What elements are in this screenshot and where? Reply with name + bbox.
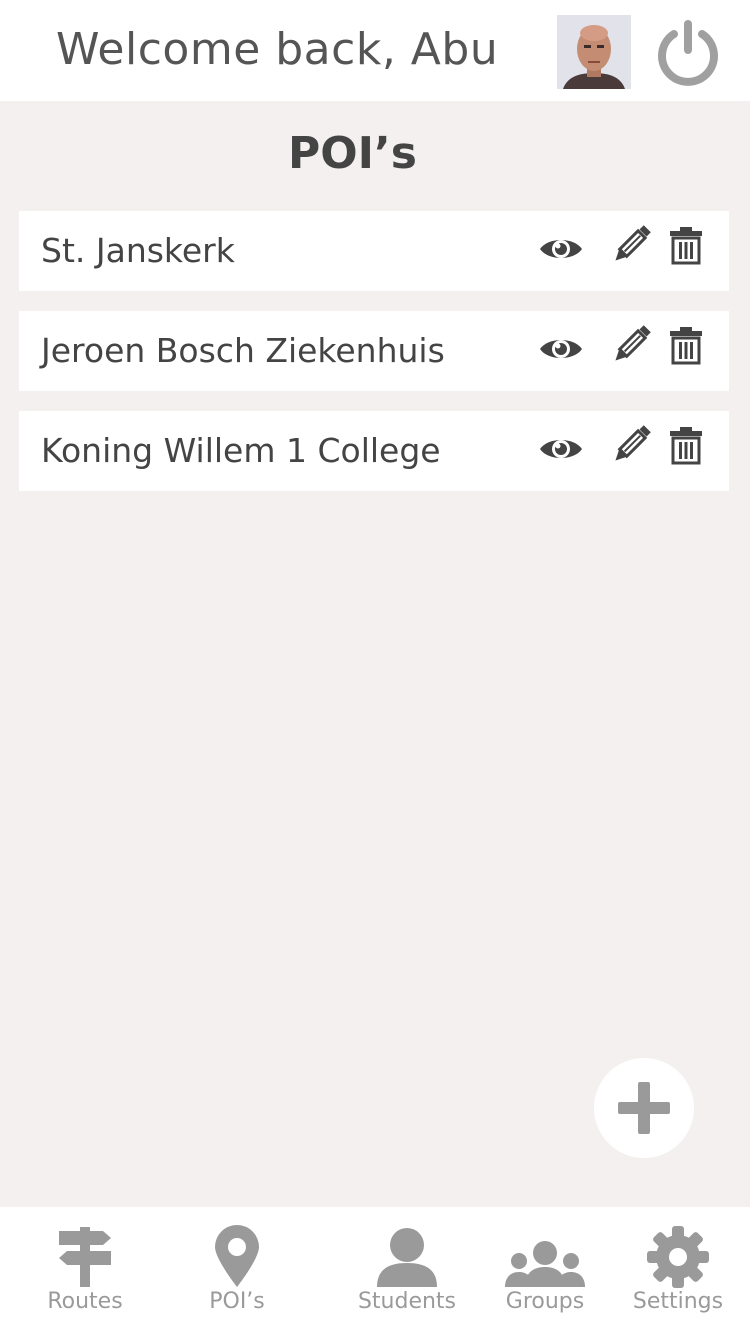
add-poi-button[interactable] [594,1058,694,1158]
poi-list: St. Janskerk Jeroen Bosch Ziekenhuis Kon… [19,211,729,511]
tab-pois[interactable]: POI’s [182,1207,292,1334]
app-header: Welcome back, Abu [0,0,750,101]
users-icon [505,1241,585,1287]
delete-poi-button[interactable] [668,325,704,369]
pencil-icon [615,225,651,261]
tab-label: POI’s [209,1289,265,1314]
welcome-message: Welcome back, Abu [56,24,499,75]
bottom-tab-bar: Routes POI’s Students Groups Settings [0,1207,750,1334]
view-poi-button[interactable] [539,425,583,469]
map-pin-icon [215,1225,259,1287]
tab-label: Settings [632,1289,724,1314]
signpost-icon [59,1227,111,1287]
page-title: POI’s [288,128,417,179]
poi-name: Jeroen Bosch Ziekenhuis [41,331,445,370]
list-item: St. Janskerk [19,211,729,291]
tab-label: Routes [47,1289,123,1314]
edit-poi-button[interactable] [611,325,651,369]
pencil-icon [615,325,651,361]
tab-routes[interactable]: Routes [30,1207,140,1334]
tab-students[interactable]: Students [347,1207,467,1334]
trash-icon [670,327,702,365]
trash-icon [670,427,702,465]
tab-label: Groups [505,1289,585,1314]
list-item: Jeroen Bosch Ziekenhuis [19,311,729,391]
gear-icon [647,1226,709,1288]
power-icon [658,20,718,86]
tab-groups[interactable]: Groups [490,1207,600,1334]
avatar-photo-icon [557,15,631,89]
plus-icon [618,1082,670,1134]
delete-poi-button[interactable] [668,225,704,269]
list-item: Koning Willem 1 College [19,411,729,491]
pencil-icon [615,425,651,461]
poi-name: St. Janskerk [41,231,235,270]
edit-poi-button[interactable] [611,425,651,469]
eye-icon [540,340,582,358]
view-poi-button[interactable] [539,225,583,269]
eye-icon [540,440,582,458]
delete-poi-button[interactable] [668,425,704,469]
user-icon [377,1228,437,1287]
view-poi-button[interactable] [539,325,583,369]
logout-button[interactable] [654,20,722,86]
edit-poi-button[interactable] [611,225,651,269]
avatar[interactable] [557,15,631,89]
trash-icon [670,227,702,265]
poi-name: Koning Willem 1 College [41,431,441,470]
eye-icon [540,240,582,258]
tab-settings[interactable]: Settings [625,1207,731,1334]
tab-label: Students [357,1289,457,1314]
